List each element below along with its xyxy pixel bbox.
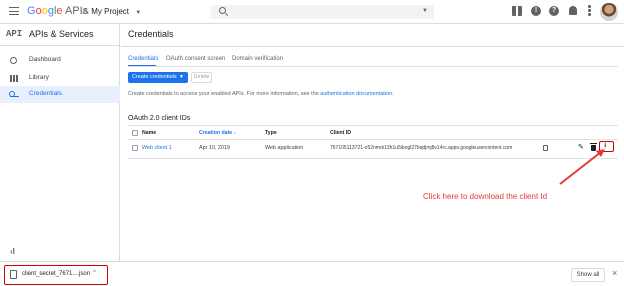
top-bar: Google APIs ⁂ My Project ▼ ▼ ! ?: [0, 0, 624, 24]
library-icon: [10, 75, 18, 82]
api-logo: API: [6, 29, 23, 39]
row-checkbox[interactable]: [132, 145, 138, 151]
table-divider: [128, 125, 618, 126]
table-divider: [128, 139, 618, 140]
copy-icon[interactable]: [543, 145, 548, 151]
sidebar-title: APIs & Services: [29, 29, 94, 39]
hamburger-menu-icon[interactable]: [9, 7, 19, 15]
table-divider: [128, 158, 618, 159]
key-icon: [9, 91, 19, 97]
help-icon[interactable]: ?: [549, 6, 559, 16]
close-icon[interactable]: ×: [612, 268, 617, 278]
create-credentials-button[interactable]: Create credentials ▼: [128, 72, 188, 83]
project-name: My Project: [91, 7, 130, 16]
downloaded-file-item[interactable]: client_secret_7671....json ^: [4, 265, 108, 285]
divider: [121, 46, 624, 47]
sidebar-header: API APIs & Services: [0, 24, 120, 46]
project-selector[interactable]: ⁂ My Project ▼: [82, 6, 141, 19]
sidebar-item-credentials[interactable]: Credentials: [0, 86, 120, 103]
section-title: OAuth 2.0 client IDs: [128, 115, 191, 122]
download-bar: client_secret_7671....json ^ Show all ×: [0, 261, 624, 286]
delete-icon[interactable]: [590, 143, 597, 151]
tab-domain-verification[interactable]: Domain verification: [232, 56, 283, 62]
authentication-documentation-link[interactable]: authentication documentation: [320, 91, 392, 97]
sidebar: API APIs & Services Dashboard Library Cr…: [0, 24, 120, 261]
search-dropdown-icon[interactable]: ▼: [422, 8, 428, 14]
column-header-creation-date[interactable]: Creation date ↓: [199, 130, 236, 136]
download-json-button[interactable]: ⭳: [599, 141, 614, 152]
sidebar-item-library[interactable]: Library: [0, 70, 120, 87]
chevron-down-icon: ▼: [179, 74, 184, 80]
main-content: Credentials Credentials OAuth consent sc…: [121, 24, 624, 261]
edit-icon[interactable]: ✎: [578, 143, 584, 151]
divider: [128, 66, 618, 67]
client-name-link[interactable]: Web client 1: [142, 145, 172, 151]
delete-button[interactable]: Delete: [191, 72, 212, 83]
callout-text: Click here to download the client Id: [423, 192, 548, 201]
alert-icon[interactable]: !: [531, 6, 541, 16]
sort-arrow-icon: ↓: [233, 130, 237, 136]
more-vert-icon[interactable]: [588, 5, 591, 16]
sidebar-item-dashboard[interactable]: Dashboard: [0, 52, 120, 69]
chevron-up-icon[interactable]: ^: [93, 270, 96, 276]
show-all-button[interactable]: Show all: [571, 268, 605, 282]
search-icon: [219, 7, 226, 14]
collapse-sidebar-icon[interactable]: ‹I: [10, 247, 15, 256]
search-input[interactable]: ▼: [211, 5, 434, 19]
dashboard-icon: [10, 57, 17, 64]
column-header-client-id[interactable]: Client ID: [330, 130, 351, 136]
downloaded-file-name: client_secret_7671....json: [22, 271, 91, 277]
google-apis-logo[interactable]: Google APIs: [27, 5, 88, 18]
bell-icon[interactable]: [569, 6, 577, 15]
avatar[interactable]: [600, 3, 618, 21]
file-icon: [10, 270, 17, 279]
tab-credentials[interactable]: Credentials: [128, 56, 158, 62]
chevron-down-icon: ▼: [135, 10, 142, 16]
creation-date: Apr 10, 2019: [199, 145, 230, 151]
gift-icon[interactable]: [512, 6, 522, 16]
client-id: 767105113721-o52nmrk13h1u5ibogl27bqdjmj8…: [330, 145, 513, 151]
column-header-name[interactable]: Name: [142, 130, 156, 136]
page-title: Credentials: [128, 29, 174, 39]
column-header-type[interactable]: Type: [265, 130, 277, 136]
project-icon: ⁂: [82, 9, 89, 16]
download-icon: ⭳: [604, 142, 607, 149]
tab-oauth-consent-screen[interactable]: OAuth consent screen: [166, 56, 225, 62]
select-all-checkbox[interactable]: [132, 130, 138, 136]
client-type: Web application: [265, 145, 304, 151]
info-text: Create credentials to access your enable…: [128, 91, 394, 97]
